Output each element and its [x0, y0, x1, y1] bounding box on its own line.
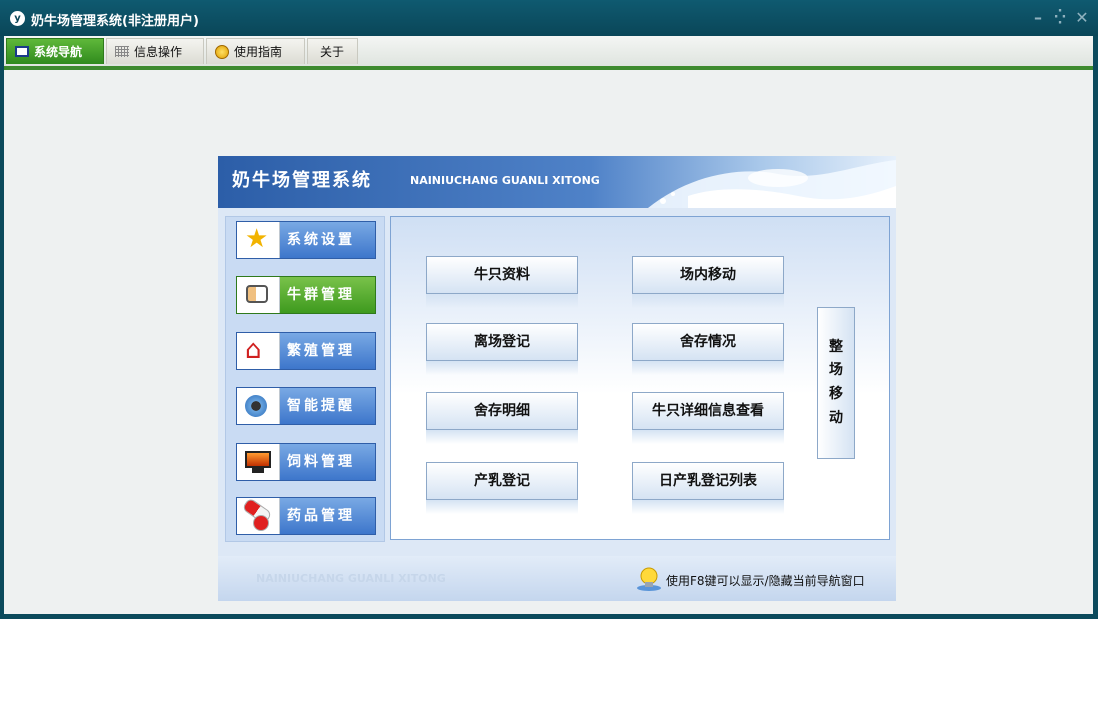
help-circle-icon — [215, 45, 229, 59]
nav-system-settings[interactable]: ★ 系统设置 — [236, 221, 376, 259]
lightbulb-icon — [637, 567, 661, 591]
nav-sidebar: ★ 系统设置 牛群管理 ⌂ 繁殖管理 智能提醒 饲料管理 药品管理 — [225, 216, 385, 542]
nav-medicine-management[interactable]: 药品管理 — [236, 497, 376, 535]
panel-footer: NAINIUCHANG GUANLI XITONG 使用F8键可以显示/隐藏当前… — [218, 556, 896, 601]
house-icon: ⌂ — [245, 335, 262, 365]
nav-label: 牛群管理 — [287, 287, 355, 303]
nav-label: 繁殖管理 — [287, 343, 355, 359]
nav-label: 药品管理 — [287, 508, 355, 524]
whole-farm-move-button[interactable]: 整 场 移 动 — [817, 307, 855, 459]
daily-milk-list-button[interactable]: 日产乳登记列表 — [632, 462, 784, 500]
restore-icon[interactable]: ⁛ — [1051, 10, 1069, 25]
tab-label: 关于 — [320, 45, 345, 59]
nav-label: 智能提醒 — [287, 398, 355, 414]
nav-smart-reminder[interactable]: 智能提醒 — [236, 387, 376, 425]
barn-stock-detail-button[interactable]: 舍存明细 — [426, 392, 578, 430]
departure-register-button[interactable]: 离场登记 — [426, 323, 578, 361]
contact-card-icon — [246, 285, 268, 303]
nav-herd-management[interactable]: 牛群管理 — [236, 276, 376, 314]
window-title: 奶牛场管理系统(非注册用户) — [31, 14, 199, 29]
title-bar[interactable]: y 奶牛场管理系统(非注册用户) – ⁛ ✕ — [0, 0, 1098, 36]
star-icon: ★ — [245, 224, 269, 254]
tab-about[interactable]: 关于 — [307, 38, 358, 64]
tab-system-navigation[interactable]: 系统导航 — [6, 38, 104, 64]
navigation-panel: 奶牛场管理系统 NAINIUCHANG GUANLI XITONG ★ 系统设置… — [218, 156, 896, 601]
milk-register-button[interactable]: 产乳登记 — [426, 462, 578, 500]
footer-subtitle: NAINIUCHANG GUANLI XITONG — [256, 572, 446, 585]
nav-label: 饲料管理 — [287, 454, 355, 470]
nav-breeding-management[interactable]: ⌂ 繁殖管理 — [236, 332, 376, 370]
f8-hint-text: 使用F8键可以显示/隐藏当前导航窗口 — [666, 574, 865, 588]
tab-label: 使用指南 — [234, 45, 283, 59]
close-icon[interactable]: ✕ — [1073, 8, 1091, 27]
tab-label: 系统导航 — [34, 45, 83, 59]
barn-stock-status-button[interactable]: 舍存情况 — [632, 323, 784, 361]
panel-subtitle: NAINIUCHANG GUANLI XITONG — [410, 174, 600, 187]
speaker-icon — [245, 395, 267, 417]
nav-feed-management[interactable]: 饲料管理 — [236, 443, 376, 481]
app-logo-icon: y — [10, 11, 25, 26]
tab-info-operation[interactable]: 信息操作 — [106, 38, 204, 64]
action-area: 牛只资料 场内移动 离场登记 舍存情况 舍存明细 牛只详细信息查看 产乳登记 日… — [390, 216, 890, 540]
cow-profile-button[interactable]: 牛只资料 — [426, 256, 578, 294]
in-farm-move-button[interactable]: 场内移动 — [632, 256, 784, 294]
grid-icon — [115, 46, 129, 57]
monitor-icon — [245, 451, 271, 468]
panel-header: 奶牛场管理系统 NAINIUCHANG GUANLI XITONG — [218, 156, 896, 208]
cow-detail-view-button[interactable]: 牛只详细信息查看 — [632, 392, 784, 430]
minimize-icon[interactable]: – — [1029, 8, 1047, 27]
monitor-icon — [15, 46, 29, 57]
nav-label: 系统设置 — [287, 232, 355, 248]
tab-label: 信息操作 — [134, 45, 183, 59]
tab-user-guide[interactable]: 使用指南 — [206, 38, 305, 64]
panel-title: 奶牛场管理系统 — [232, 170, 372, 191]
